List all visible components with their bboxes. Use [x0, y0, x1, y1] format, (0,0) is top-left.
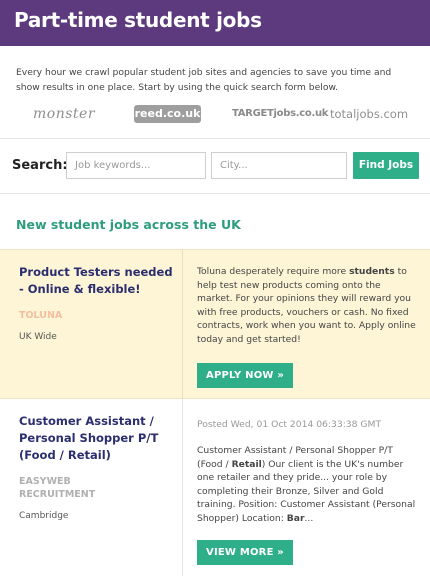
job-location: Cambridge — [19, 511, 69, 521]
apply-now-button[interactable]: APPLY NOW » — [197, 363, 293, 388]
totaljobs-logo: totaljobs.com — [330, 107, 409, 121]
city-input[interactable]: City... — [211, 152, 347, 179]
desc-text: to help test new products coming onto th… — [197, 266, 416, 345]
column-divider — [182, 399, 183, 576]
job-listing: Customer Assistant / Personal Shopper P/… — [0, 399, 430, 576]
view-more-button[interactable]: VIEW MORE » — [197, 540, 293, 565]
company-name-line: EASYWEB — [19, 476, 71, 487]
keywords-input[interactable]: Job keywords... — [66, 152, 206, 179]
desc-highlight: Bar — [286, 512, 305, 524]
search-label: Search: — [12, 158, 68, 173]
section-heading: New student jobs across the UK — [16, 217, 241, 232]
company-name: TOLUNA — [19, 310, 63, 321]
job-listing-featured: Product Testers needed - Online & flexib… — [0, 249, 430, 399]
job-location: UK Wide — [19, 332, 57, 342]
partner-logos: monster reed.co.uk TARGETjobs.co.uk tota… — [0, 103, 430, 129]
desc-highlight: students — [349, 266, 395, 277]
job-description: Customer Assistant / Personal Shopper P/… — [197, 444, 419, 525]
find-jobs-button[interactable]: Find Jobs — [353, 152, 419, 179]
intro-text: Every hour we crawl popular student job … — [16, 67, 392, 93]
job-title-line: Customer Assistant / — [19, 414, 154, 428]
reed-logo: reed.co.uk — [134, 105, 201, 123]
search-form: Search: Job keywords... City... Find Job… — [0, 138, 430, 194]
job-title-line: Product Testers needed — [19, 265, 173, 279]
desc-text: ... — [304, 512, 314, 524]
job-title-line: Personal Shopper P/T — [19, 431, 159, 445]
page-header: Part-time student jobs — [0, 0, 430, 46]
company-name: EASYWEB RECRUITMENT — [19, 475, 169, 501]
job-title-line: - Online & flexible! — [19, 282, 141, 296]
job-title-link[interactable]: Customer Assistant / Personal Shopper P/… — [19, 413, 179, 464]
job-title-line: (Food / Retail) — [19, 448, 111, 462]
monster-logo: monster — [33, 106, 96, 122]
job-title-link[interactable]: Product Testers needed - Online & flexib… — [19, 264, 179, 298]
company-name-line: RECRUITMENT — [19, 489, 96, 500]
desc-highlight: Retail — [231, 458, 262, 470]
desc-text: Toluna desperately require more — [197, 266, 350, 277]
posted-date: Posted Wed, 01 Oct 2014 06:33:38 GMT — [197, 419, 382, 430]
page-title: Part-time student jobs — [14, 8, 262, 32]
targetjobs-logo: TARGETjobs.co.uk — [232, 108, 329, 119]
column-divider — [182, 250, 183, 398]
job-description: Toluna desperately require more students… — [197, 265, 419, 346]
